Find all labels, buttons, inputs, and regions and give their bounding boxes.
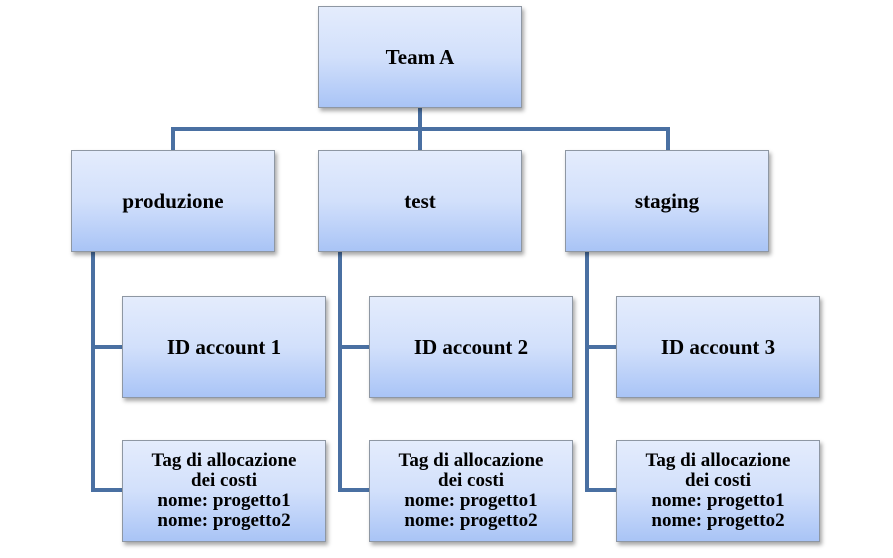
connector-to-staging <box>666 127 670 150</box>
node-label: staging <box>634 188 700 213</box>
node-account-2: ID account 2 <box>369 296 573 398</box>
tags-title: Tag di allocazione <box>398 450 544 471</box>
connector-branch-account-1 <box>91 345 122 349</box>
tags-title: dei costi <box>438 470 504 491</box>
tag-item: nome: progetto2 <box>157 510 291 531</box>
connector-trunk-produzione <box>91 252 95 492</box>
connector-branch-tags-1 <box>91 488 122 492</box>
connector-to-produzione <box>171 127 175 150</box>
node-label: ID account 3 <box>660 334 776 359</box>
node-account-3: ID account 3 <box>616 296 820 398</box>
connector-to-test <box>418 127 422 150</box>
tags-title: Tag di allocazione <box>645 450 791 471</box>
tags-title: dei costi <box>191 470 257 491</box>
tag-item: nome: progetto2 <box>651 510 785 531</box>
connector-branch-account-3 <box>585 345 616 349</box>
node-produzione: produzione <box>71 150 275 252</box>
node-test: test <box>318 150 522 252</box>
tag-item: nome: progetto1 <box>651 490 785 511</box>
connector-branch-tags-3 <box>585 488 616 492</box>
tag-item: nome: progetto2 <box>404 510 538 531</box>
node-staging: staging <box>565 150 769 252</box>
node-tags-1: Tag di allocazione dei costi nome: proge… <box>122 440 326 542</box>
node-team-a: Team A <box>318 6 522 108</box>
tags-title: dei costi <box>685 470 751 491</box>
tag-item: nome: progetto1 <box>157 490 291 511</box>
connector-branch-tags-2 <box>338 488 369 492</box>
node-label: ID account 1 <box>166 334 282 359</box>
connector-trunk-staging <box>585 252 589 492</box>
node-account-1: ID account 1 <box>122 296 326 398</box>
connector-branch-account-2 <box>338 345 369 349</box>
node-label: produzione <box>122 188 224 213</box>
node-label: test <box>404 188 436 213</box>
node-label: ID account 2 <box>413 334 529 359</box>
tag-item: nome: progetto1 <box>404 490 538 511</box>
tags-title: Tag di allocazione <box>151 450 297 471</box>
node-tags-2: Tag di allocazione dei costi nome: proge… <box>369 440 573 542</box>
connector-trunk-test <box>338 252 342 492</box>
node-tags-3: Tag di allocazione dei costi nome: proge… <box>616 440 820 542</box>
node-label: Team A <box>385 44 455 69</box>
